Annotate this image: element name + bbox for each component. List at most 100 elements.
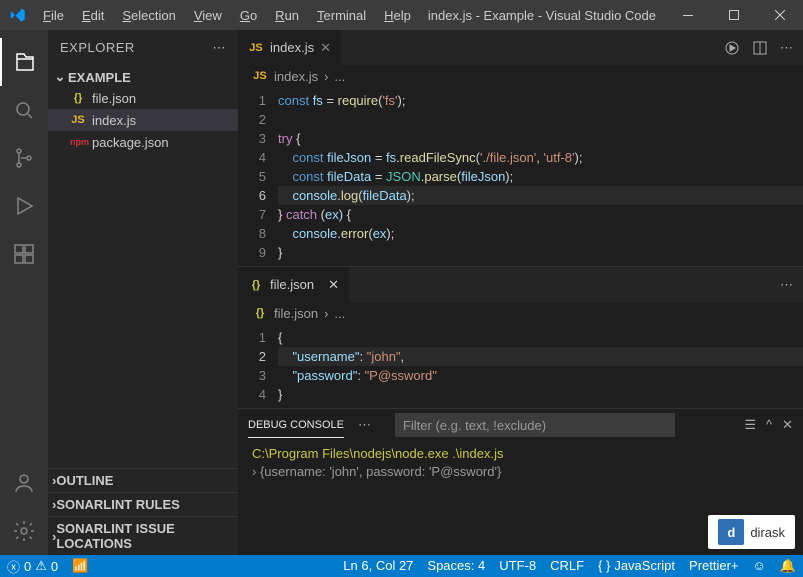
tab-index-js[interactable]: JS index.js ✕ (238, 30, 342, 65)
js-file-icon: JS (70, 114, 86, 126)
code-lines[interactable]: const fs = require('fs'); try { const fi… (278, 91, 803, 262)
debug-console-output[interactable]: C:\Program Files\nodejs\node.exe .\index… (238, 441, 803, 485)
status-signal-icon[interactable]: 📶 (65, 555, 95, 577)
error-icon: ⓧ (7, 557, 20, 576)
extensions-icon[interactable] (0, 230, 48, 278)
editor-tabs: JS index.js ✕ ⋯ (238, 30, 803, 65)
menu-selection[interactable]: Selection (114, 4, 183, 27)
file-item-package[interactable]: npm package.json (48, 131, 238, 153)
breadcrumb-file: file.json (274, 306, 318, 321)
code-lines[interactable]: { "username": "john", "password": "P@ssw… (278, 328, 803, 404)
activity-bar (0, 30, 48, 555)
status-spaces[interactable]: Spaces: 4 (420, 558, 492, 573)
sidebar-header: EXPLORER ⋯ (48, 30, 238, 65)
watermark: d dirask (708, 515, 795, 549)
editor-tabs-2: {} file.json ✕ ⋯ (238, 267, 803, 302)
json-file-icon: {} (252, 307, 268, 319)
js-file-icon: JS (248, 42, 264, 54)
status-bar: ⓧ0⚠0 📶 Ln 6, Col 27 Spaces: 4 UTF-8 CRLF… (0, 555, 803, 577)
code-editor-1[interactable]: 123456789 const fs = require('fs'); try … (238, 87, 803, 266)
filter-input[interactable]: Filter (e.g. text, !exclude) (395, 413, 675, 437)
file-item-index[interactable]: JS index.js (48, 109, 238, 131)
tab-label: index.js (270, 40, 314, 55)
breadcrumb-more: ... (334, 306, 345, 321)
source-control-icon[interactable] (0, 134, 48, 182)
chevron-down-icon: ⌄ (52, 69, 68, 85)
vscode-icon (0, 7, 35, 23)
status-bell-icon[interactable]: 🔔 (773, 558, 803, 574)
tab-file-json[interactable]: {} file.json ✕ (238, 267, 349, 302)
account-icon[interactable] (0, 459, 48, 507)
chevron-right-icon: › (324, 69, 328, 84)
file-name: package.json (92, 135, 169, 150)
watermark-text: dirask (750, 525, 785, 540)
explorer-icon[interactable] (0, 38, 48, 86)
npm-file-icon: npm (70, 137, 86, 147)
outline-section[interactable]: ›OUTLINE (48, 468, 238, 492)
code-editor-2[interactable]: 1234 { "username": "john", "password": "… (238, 324, 803, 408)
tab-label: file.json (270, 277, 314, 292)
window-title: index.js - Example - Visual Studio Code (419, 8, 665, 23)
menu-go[interactable]: Go (232, 4, 265, 27)
line-gutter: 123456789 (238, 91, 278, 262)
status-encoding[interactable]: UTF-8 (492, 558, 543, 573)
search-icon[interactable] (0, 86, 48, 134)
json-file-icon: {} (70, 92, 86, 104)
maximize-button[interactable] (711, 0, 757, 30)
console-prompt: › (252, 464, 260, 479)
menu-run[interactable]: Run (267, 4, 307, 27)
explorer-label: EXPLORER (60, 40, 135, 55)
project-header[interactable]: ⌄ EXAMPLE (48, 67, 238, 87)
menu-help[interactable]: Help (376, 4, 419, 27)
split-editor-icon[interactable] (752, 40, 768, 56)
more-icon[interactable]: ⋯ (213, 40, 227, 56)
breadcrumb[interactable]: JS index.js › ... (238, 65, 803, 87)
js-file-icon: JS (252, 70, 268, 82)
menu-bar: File Edit Selection View Go Run Terminal… (35, 4, 419, 27)
debug-console-tab[interactable]: DEBUG CONSOLE (248, 413, 344, 438)
filter-icon[interactable]: ☰ (744, 417, 756, 433)
sidebar: EXPLORER ⋯ ⌄ EXAMPLE {} file.json JS ind… (48, 30, 238, 555)
file-item-json[interactable]: {} file.json (48, 87, 238, 109)
minimize-button[interactable] (665, 0, 711, 30)
breadcrumb-more: ... (334, 69, 345, 84)
editor-more-icon[interactable]: ⋯ (780, 277, 793, 293)
project-name: EXAMPLE (68, 70, 131, 85)
file-name: file.json (92, 91, 136, 106)
editor-more-icon[interactable]: ⋯ (780, 40, 793, 56)
menu-edit[interactable]: Edit (74, 4, 112, 27)
menu-view[interactable]: View (186, 4, 230, 27)
window-controls (665, 0, 803, 30)
panel-more-icon[interactable]: ⋯ (358, 417, 371, 433)
status-prettier[interactable]: Prettier+ (682, 558, 746, 573)
menu-terminal[interactable]: Terminal (309, 4, 374, 27)
panel: DEBUG CONSOLE ⋯ Filter (e.g. text, !excl… (238, 408, 803, 485)
status-errors[interactable]: ⓧ0⚠0 (0, 555, 65, 577)
tab-close-icon[interactable]: ✕ (320, 40, 331, 56)
breadcrumb-2[interactable]: {} file.json › ... (238, 302, 803, 324)
sonarlint-issues-section[interactable]: ›SONARLINT ISSUE LOCATIONS (48, 516, 238, 555)
menu-file[interactable]: File (35, 4, 72, 27)
title-bar: File Edit Selection View Go Run Terminal… (0, 0, 803, 30)
braces-icon: { } (598, 558, 610, 573)
sonarlint-rules-section[interactable]: ›SONARLINT RULES (48, 492, 238, 516)
status-cursor[interactable]: Ln 6, Col 27 (336, 558, 420, 573)
file-name: index.js (92, 113, 136, 128)
status-feedback-icon[interactable]: ☺ (746, 558, 773, 573)
status-eol[interactable]: CRLF (543, 558, 591, 573)
watermark-logo: d (718, 519, 744, 545)
breadcrumb-file: index.js (274, 69, 318, 84)
status-language[interactable]: { }JavaScript (591, 558, 682, 573)
editor-area: JS index.js ✕ ⋯ JS index.js › ... 123456… (238, 30, 803, 555)
run-code-icon[interactable] (724, 40, 740, 56)
console-line: {username: 'john', password: 'P@ssword'} (260, 464, 501, 479)
tab-close-icon[interactable]: ✕ (328, 277, 339, 293)
close-button[interactable] (757, 0, 803, 30)
json-file-icon: {} (248, 279, 264, 291)
run-debug-icon[interactable] (0, 182, 48, 230)
panel-close-icon[interactable]: ✕ (782, 417, 793, 433)
panel-maximize-icon[interactable]: ^ (766, 417, 772, 433)
chevron-right-icon: › (324, 306, 328, 321)
settings-icon[interactable] (0, 507, 48, 555)
line-gutter: 1234 (238, 328, 278, 404)
